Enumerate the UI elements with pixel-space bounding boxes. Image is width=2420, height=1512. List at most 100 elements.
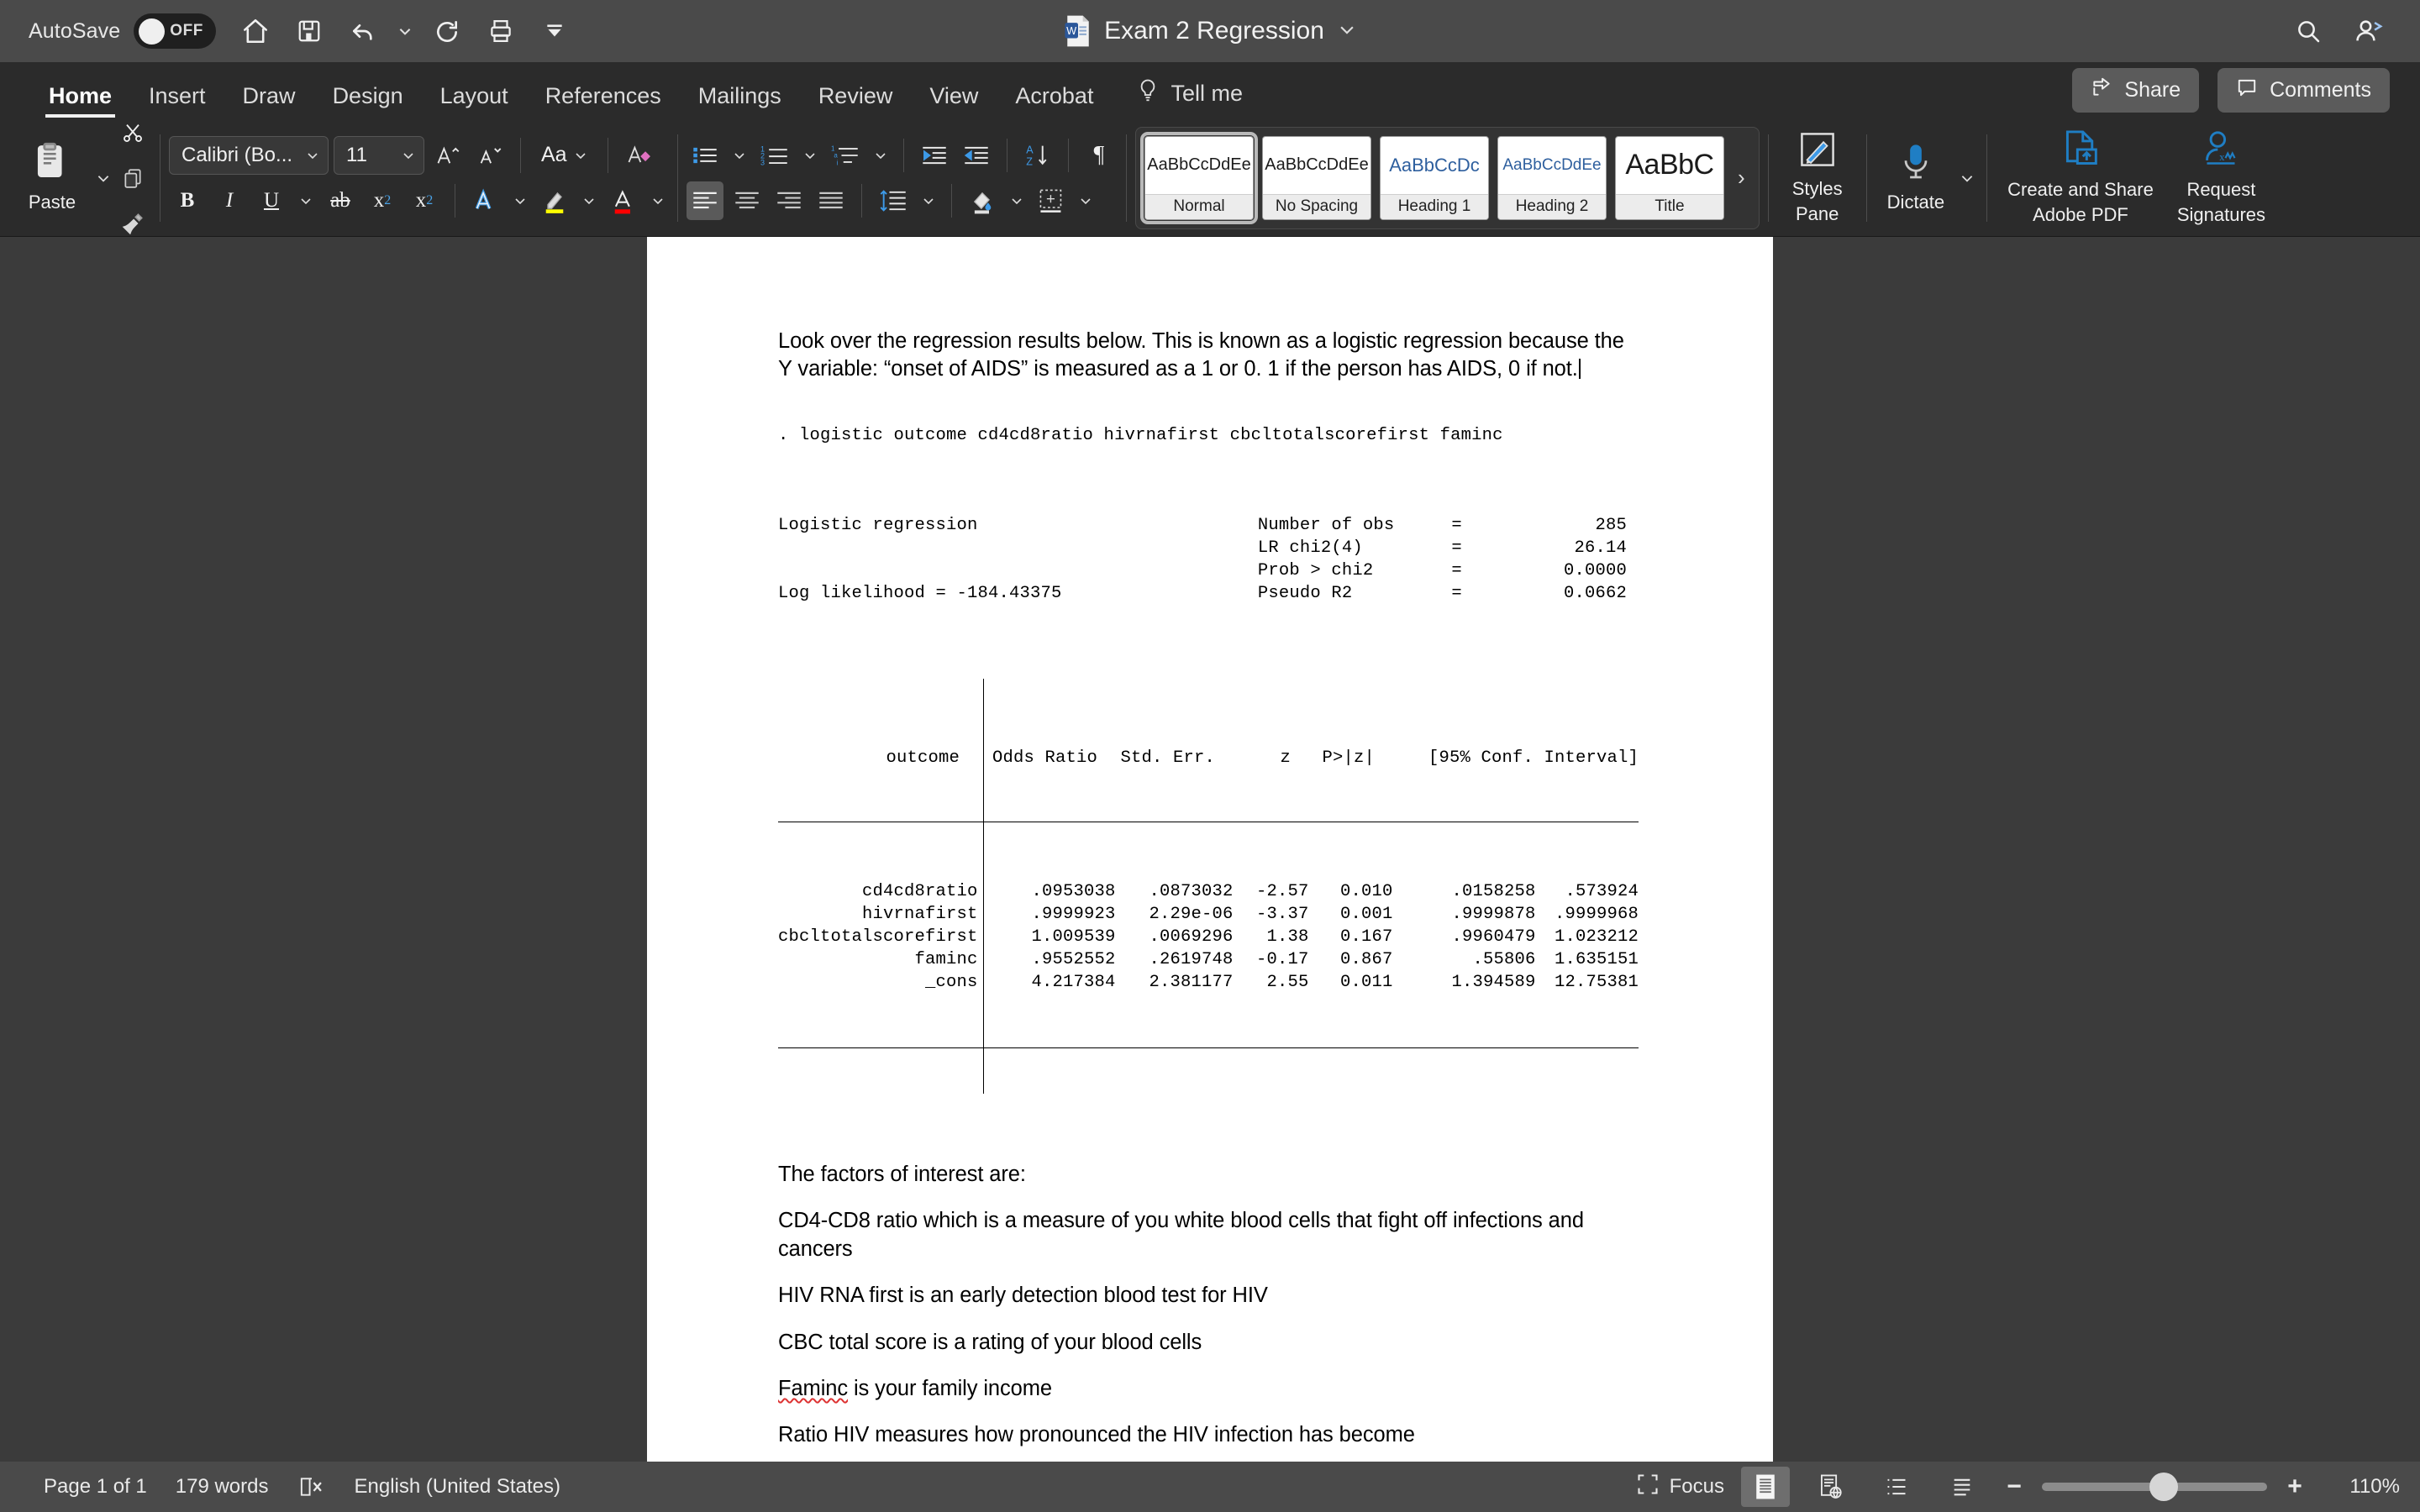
justify-icon[interactable] bbox=[813, 181, 850, 220]
subscript-button[interactable]: x2 bbox=[364, 181, 401, 220]
style-preview: AaBbCcDc bbox=[1389, 154, 1480, 176]
print-icon[interactable] bbox=[481, 12, 520, 50]
bullet-list-icon[interactable] bbox=[687, 136, 723, 175]
borders-icon[interactable] bbox=[1033, 181, 1070, 220]
tab-view[interactable]: View bbox=[911, 83, 997, 119]
document-page[interactable]: Look over the regression results below. … bbox=[647, 237, 1773, 1462]
align-right-icon[interactable] bbox=[771, 181, 808, 220]
styles-pane-button[interactable]: Styles Pane bbox=[1777, 130, 1858, 225]
redo-icon[interactable] bbox=[428, 12, 466, 50]
shading-icon[interactable] bbox=[964, 181, 1001, 220]
save-icon[interactable] bbox=[290, 12, 329, 50]
undo-dropdown-chevron-down-icon[interactable] bbox=[397, 24, 413, 39]
numbering-chevron-down-icon[interactable] bbox=[799, 136, 821, 175]
bold-button[interactable]: B bbox=[169, 181, 206, 220]
style-heading-1[interactable]: AaBbCcDc Heading 1 bbox=[1380, 135, 1489, 220]
word-count[interactable]: 179 words bbox=[176, 1475, 269, 1499]
change-case-button[interactable]: Aa bbox=[533, 136, 596, 175]
proofing-errors-icon[interactable] bbox=[297, 1474, 326, 1499]
numbered-list-icon[interactable]: 123 bbox=[755, 136, 794, 175]
cell-odds-ratio: 4.217384 bbox=[1031, 972, 1116, 992]
superscript-button[interactable]: x2 bbox=[406, 181, 443, 220]
pilcrow-icon[interactable]: ¶ bbox=[1081, 136, 1118, 175]
font-name-select[interactable]: Calibri (Bo... bbox=[169, 135, 329, 175]
shading-chevron-down-icon[interactable] bbox=[1006, 181, 1028, 220]
sort-az-icon[interactable]: AZ bbox=[1019, 136, 1056, 175]
line-spacing-icon[interactable] bbox=[874, 181, 913, 220]
page-count[interactable]: Page 1 of 1 bbox=[44, 1475, 147, 1499]
customize-toolbar-icon[interactable] bbox=[535, 12, 574, 50]
tab-home[interactable]: Home bbox=[30, 83, 130, 119]
align-left-icon[interactable] bbox=[687, 181, 723, 220]
style-heading-2[interactable]: AaBbCcDdEe Heading 2 bbox=[1497, 135, 1607, 220]
draft-view-icon[interactable] bbox=[1938, 1467, 1986, 1507]
font-size-select[interactable]: 11 bbox=[334, 135, 424, 175]
align-center-icon[interactable] bbox=[729, 181, 765, 220]
zoom-level[interactable]: 110% bbox=[2323, 1475, 2400, 1499]
tab-review[interactable]: Review bbox=[800, 83, 912, 119]
autosave-toggle[interactable]: OFF bbox=[134, 13, 217, 49]
zoom-out-button[interactable]: − bbox=[2003, 1473, 2025, 1501]
account-icon[interactable] bbox=[2349, 12, 2388, 50]
text-effects-chevron-down-icon[interactable] bbox=[509, 181, 531, 220]
strikethrough-button[interactable]: ab bbox=[322, 181, 359, 220]
multilevel-list-icon[interactable]: 1ai bbox=[826, 136, 865, 175]
decrease-indent-icon[interactable] bbox=[916, 136, 953, 175]
outline-view-icon[interactable] bbox=[1872, 1467, 1921, 1507]
tab-mailings[interactable]: Mailings bbox=[680, 83, 800, 119]
tab-references[interactable]: References bbox=[527, 83, 680, 119]
underline-chevron-down-icon[interactable] bbox=[295, 181, 317, 220]
print-layout-view-icon[interactable] bbox=[1741, 1467, 1790, 1507]
language-indicator[interactable]: English (United States) bbox=[355, 1475, 560, 1499]
increase-indent-icon[interactable] bbox=[958, 136, 995, 175]
create-share-adobe-pdf-button[interactable]: Create and Share Adobe PDF bbox=[1996, 129, 2165, 226]
separator bbox=[861, 183, 862, 218]
search-icon[interactable] bbox=[2289, 12, 2328, 50]
grow-font-icon[interactable] bbox=[429, 136, 466, 175]
tell-me-button[interactable]: Tell me bbox=[1112, 78, 1258, 119]
request-signatures-button[interactable]: x Request Signatures bbox=[2165, 129, 2277, 226]
italic-button[interactable]: I bbox=[211, 181, 248, 220]
tab-acrobat[interactable]: Acrobat bbox=[997, 83, 1112, 119]
text-effects-icon[interactable] bbox=[467, 181, 504, 220]
font-color-chevron-down-icon[interactable] bbox=[647, 181, 669, 220]
style-normal[interactable]: AaBbCcDdEe Normal bbox=[1140, 131, 1258, 224]
clear-formatting-icon[interactable] bbox=[620, 136, 657, 175]
font-color-icon[interactable] bbox=[605, 181, 642, 220]
zoom-slider[interactable] bbox=[2042, 1473, 2267, 1501]
document-canvas[interactable]: Look over the regression results below. … bbox=[0, 237, 2420, 1462]
bullets-chevron-down-icon[interactable] bbox=[729, 136, 750, 175]
tab-insert[interactable]: Insert bbox=[130, 83, 224, 119]
dictate-button[interactable]: Dictate bbox=[1876, 142, 1956, 213]
borders-chevron-down-icon[interactable] bbox=[1075, 181, 1097, 220]
web-layout-view-icon[interactable] bbox=[1807, 1467, 1855, 1507]
highlight-chevron-down-icon[interactable] bbox=[578, 181, 600, 220]
focus-button[interactable]: Focus bbox=[1636, 1473, 1724, 1502]
shrink-font-icon[interactable] bbox=[471, 136, 508, 175]
style-no-spacing[interactable]: AaBbCcDdEe No Spacing bbox=[1262, 135, 1371, 220]
paste-button[interactable]: Paste bbox=[12, 142, 92, 213]
zoom-in-button[interactable]: + bbox=[2284, 1473, 2306, 1501]
comments-button[interactable]: Comments bbox=[2217, 68, 2390, 113]
undo-icon[interactable] bbox=[344, 12, 382, 50]
zoom-slider-handle[interactable] bbox=[2149, 1473, 2178, 1501]
line-spacing-chevron-down-icon[interactable] bbox=[918, 181, 939, 220]
copy-icon[interactable] bbox=[114, 159, 151, 197]
title-chevron-down-icon[interactable] bbox=[1338, 20, 1356, 43]
document-title[interactable]: Exam 2 Regression bbox=[1104, 17, 1324, 45]
paste-chevron-down-icon[interactable] bbox=[92, 159, 114, 197]
underline-button[interactable]: U bbox=[253, 181, 290, 220]
tab-design[interactable]: Design bbox=[314, 83, 422, 119]
home-icon[interactable] bbox=[236, 12, 275, 50]
styles-more-chevron-right-icon[interactable]: › bbox=[1733, 165, 1750, 191]
dictate-chevron-down-icon[interactable] bbox=[1956, 159, 1978, 197]
share-button[interactable]: Share bbox=[2072, 68, 2200, 113]
autosave-control[interactable]: AutoSave OFF bbox=[29, 13, 217, 49]
tab-layout[interactable]: Layout bbox=[422, 83, 527, 119]
misspelled-word[interactable]: Faminc bbox=[778, 1377, 848, 1400]
table-row: Prob > chi2 = 0.0000 bbox=[778, 559, 1627, 582]
highlight-color-icon[interactable] bbox=[536, 181, 573, 220]
style-title[interactable]: AaBbC Title bbox=[1615, 135, 1724, 220]
multilevel-chevron-down-icon[interactable] bbox=[870, 136, 892, 175]
tab-draw[interactable]: Draw bbox=[224, 83, 314, 119]
